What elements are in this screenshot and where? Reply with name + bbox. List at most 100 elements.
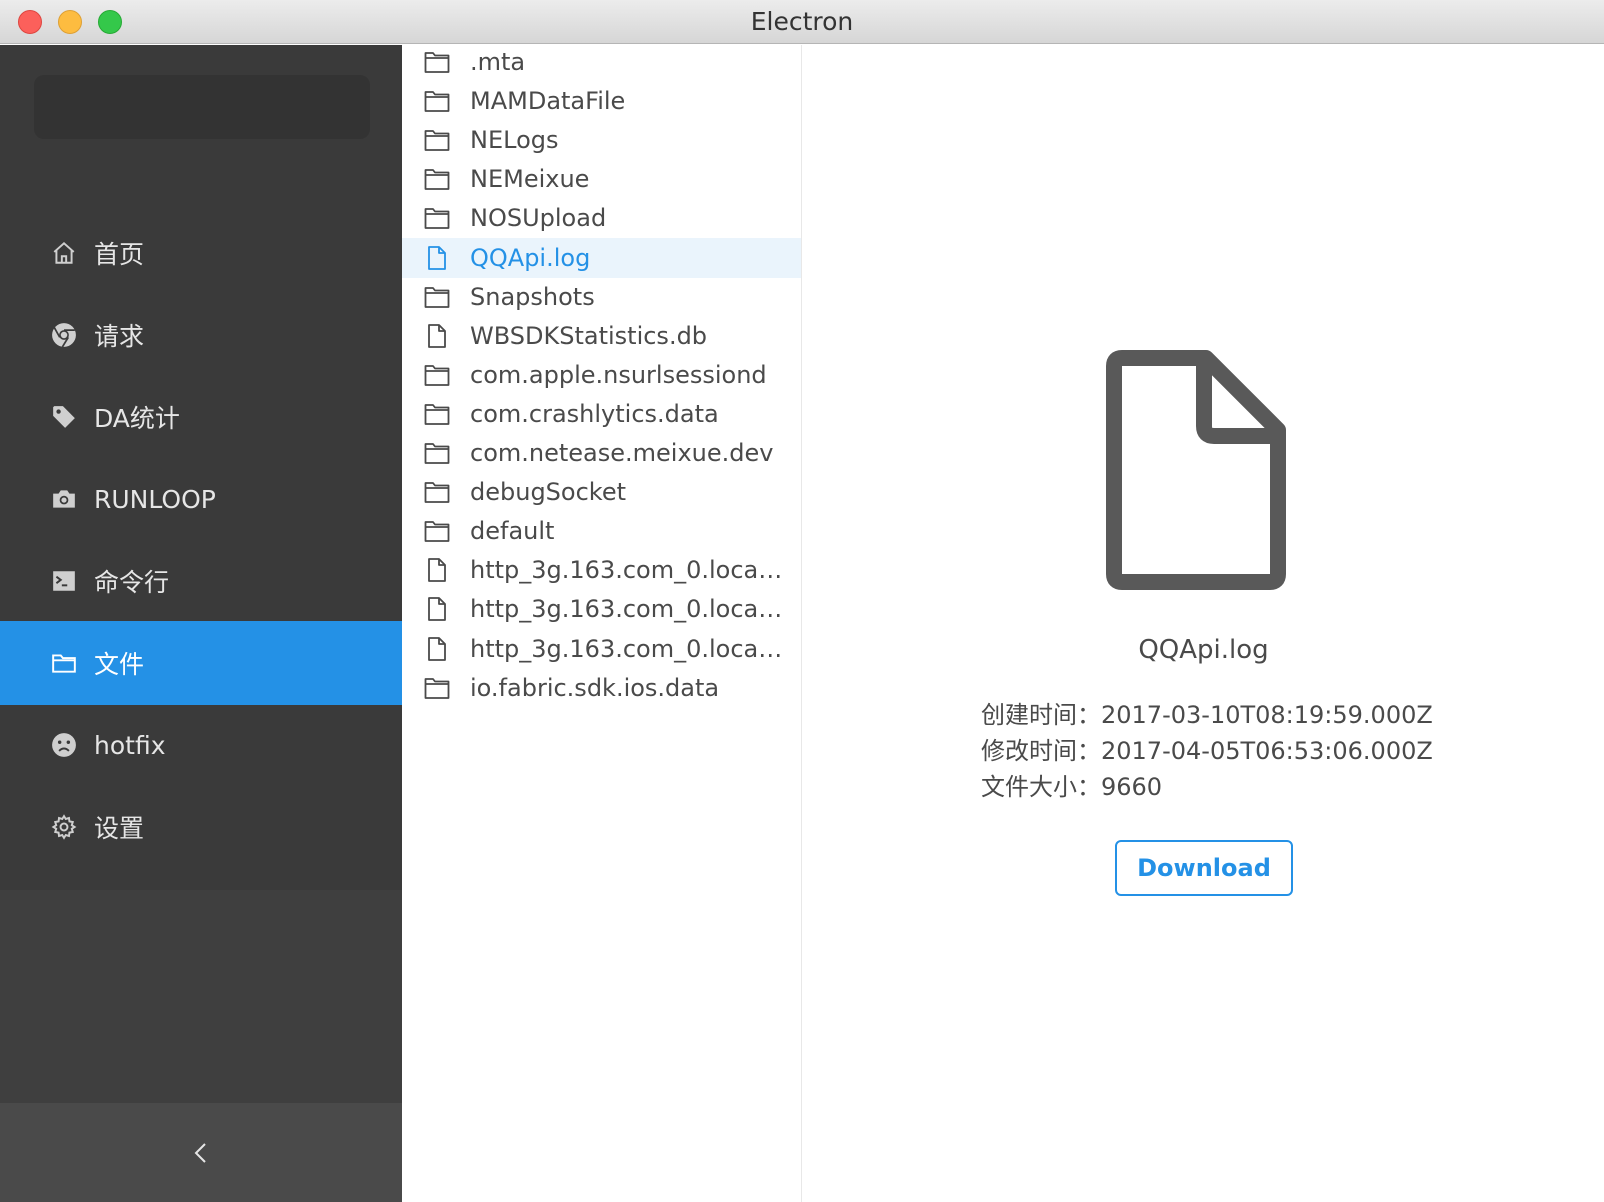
folder-row[interactable]: debugSocket xyxy=(402,472,801,512)
file-name: io.fabric.sdk.ios.data xyxy=(470,673,720,702)
file-name: com.crashlytics.data xyxy=(470,399,719,428)
folder-row[interactable]: default xyxy=(402,511,801,551)
sidebar: 首页 请求 DA统计 RUNLOOP 命令行 文件 hotfix 设置 xyxy=(0,45,402,1202)
folder-row[interactable]: NOSUpload xyxy=(402,198,801,238)
file-name: QQApi.log xyxy=(470,243,591,272)
folder-row[interactable]: io.fabric.sdk.ios.data xyxy=(402,668,801,708)
folder-icon xyxy=(424,208,450,230)
sidebar-item-label: RUNLOOP xyxy=(94,484,216,514)
file-metadata: 创建时间：2017-03-10T08:19:59.000Z 修改时间：2017-… xyxy=(981,697,1433,805)
file-icon xyxy=(428,597,446,622)
folder-icon xyxy=(424,286,450,308)
app-window: Electron 首页 请求 DA统计 RUNLOOP 命令行 文件 hotfi… xyxy=(0,0,1604,1202)
sidebar-item-label: hotfix xyxy=(94,730,166,760)
file-size-value: 9660 xyxy=(1101,773,1163,801)
sidebar-item-label: 首页 xyxy=(94,240,145,269)
folder-row[interactable]: .mta xyxy=(402,42,801,82)
file-icon xyxy=(428,636,446,661)
home-icon xyxy=(50,239,78,267)
modified-time-row: 修改时间：2017-04-05T06:53:06.000Z xyxy=(981,733,1433,769)
file-row[interactable]: http_3g.163.com_0.locals... xyxy=(402,550,801,590)
frown-icon xyxy=(50,731,78,759)
folder-icon xyxy=(424,364,450,386)
tag-icon xyxy=(50,403,78,431)
file-name: debugSocket xyxy=(470,478,627,507)
chrome-icon xyxy=(50,321,78,349)
folder-row[interactable]: NELogs xyxy=(402,120,801,160)
file-detail-panel: QQApi.log 创建时间：2017-03-10T08:19:59.000Z … xyxy=(803,45,1604,1202)
file-row[interactable]: QQApi.log xyxy=(402,237,801,278)
folder-row[interactable]: MAMDataFile xyxy=(402,81,801,121)
sidebar-menu: 首页 请求 DA统计 RUNLOOP 命令行 文件 hotfix 设置 xyxy=(0,171,402,890)
file-size-label: 文件大小： xyxy=(981,773,1101,801)
file-name: NEMeixue xyxy=(470,165,590,194)
sidebar-collapse-button[interactable] xyxy=(181,1133,221,1173)
sidebar-item-terminal[interactable]: 命令行 xyxy=(0,539,402,623)
sidebar-item-files[interactable]: 文件 xyxy=(0,621,402,705)
folder-row[interactable]: com.netease.meixue.dev xyxy=(402,433,801,473)
sidebar-logo-area xyxy=(34,75,370,139)
sidebar-item-label: 命令行 xyxy=(94,568,170,597)
sidebar-item-label: DA统计 xyxy=(94,404,180,433)
file-icon xyxy=(428,245,446,270)
file-row[interactable]: http_3g.163.com_0.locals... xyxy=(402,589,801,629)
folder-icon xyxy=(424,482,450,503)
file-icon xyxy=(428,558,446,583)
folder-icon xyxy=(424,521,450,543)
folder-row[interactable]: NEMeixue xyxy=(402,159,801,199)
sidebar-header xyxy=(0,45,402,171)
file-name: WBSDKStatistics.db xyxy=(470,321,708,350)
gear-icon xyxy=(50,813,78,841)
sidebar-item-label: 文件 xyxy=(94,650,145,679)
folder-icon xyxy=(424,130,450,152)
folder-icon xyxy=(424,443,450,464)
window-title: Electron xyxy=(750,7,854,36)
file-name: Snapshots xyxy=(470,282,595,311)
folder-row[interactable]: com.apple.nsurlsessiond xyxy=(402,355,801,395)
sidebar-item-da-stats[interactable]: DA统计 xyxy=(0,375,402,459)
sidebar-item-runloop[interactable]: RUNLOOP xyxy=(0,457,402,541)
sidebar-item-settings[interactable]: 设置 xyxy=(0,785,402,869)
selected-file-name: QQApi.log xyxy=(1138,635,1269,665)
folder-icon xyxy=(50,649,78,677)
camera-icon xyxy=(50,485,78,513)
download-button[interactable]: Download xyxy=(1115,840,1293,896)
file-name: MAMDataFile xyxy=(470,87,626,116)
chevron-left-icon xyxy=(194,1142,206,1163)
file-name: http_3g.163.com_0.locals... xyxy=(470,595,786,624)
file-row[interactable]: http_3g.163.com_0.locals... xyxy=(402,629,801,669)
folder-icon xyxy=(424,52,450,73)
sidebar-item-label: 设置 xyxy=(94,814,145,843)
file-name: com.apple.nsurlsessiond xyxy=(470,360,767,389)
terminal-icon xyxy=(50,567,78,595)
sidebar-footer xyxy=(0,1103,402,1202)
folder-icon xyxy=(424,169,450,191)
file-name: default xyxy=(470,517,555,546)
file-name: .mta xyxy=(470,48,526,76)
file-size-row: 文件大小：9660 xyxy=(981,769,1433,805)
title-bar: Electron xyxy=(0,0,1604,44)
sidebar-item-home[interactable]: 首页 xyxy=(0,211,402,295)
file-icon xyxy=(1106,350,1286,590)
file-name: http_3g.163.com_0.locals... xyxy=(470,556,786,585)
folder-row[interactable]: Snapshots xyxy=(402,277,801,317)
sidebar-item-label: 请求 xyxy=(94,322,145,351)
sidebar-item-hotfix[interactable]: hotfix xyxy=(0,703,402,787)
folder-row[interactable]: com.crashlytics.data xyxy=(402,394,801,434)
file-name: com.netease.meixue.dev xyxy=(470,439,774,467)
sidebar-item-request[interactable]: 请求 xyxy=(0,293,402,377)
folder-icon xyxy=(424,677,450,699)
created-time-row: 创建时间：2017-03-10T08:19:59.000Z xyxy=(981,697,1433,733)
modified-time-value: 2017-04-05T06:53:06.000Z xyxy=(1101,737,1433,765)
folder-icon xyxy=(424,91,450,112)
modified-time-label: 修改时间： xyxy=(981,737,1101,765)
file-name: http_3g.163.com_0.locals... xyxy=(470,634,786,663)
file-name: NOSUpload xyxy=(470,204,607,233)
file-row[interactable]: WBSDKStatistics.db xyxy=(402,316,801,356)
created-time-value: 2017-03-10T08:19:59.000Z xyxy=(1101,701,1433,729)
folder-icon xyxy=(424,403,450,425)
created-time-label: 创建时间： xyxy=(981,701,1101,729)
file-name: NELogs xyxy=(470,126,559,155)
file-list: .mta MAMDataFile NELogs NEMeixue NOSUpload QQ… xyxy=(402,45,802,1202)
file-icon xyxy=(428,323,446,348)
